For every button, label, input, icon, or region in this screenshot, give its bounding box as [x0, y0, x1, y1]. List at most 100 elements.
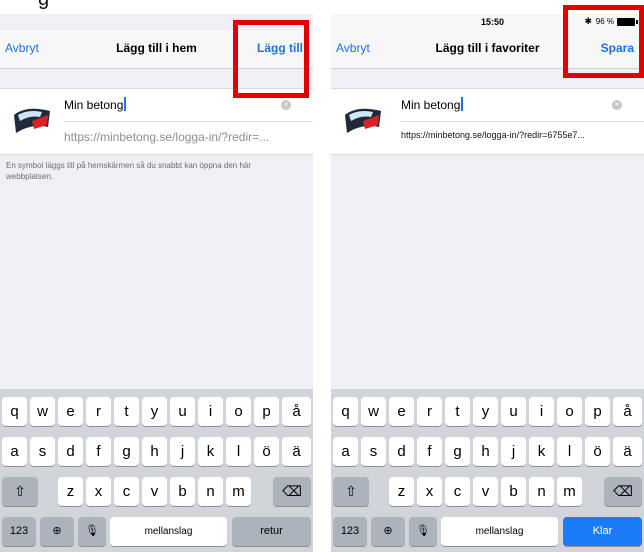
key[interactable]: z: [58, 477, 83, 506]
globe-icon[interactable]: ⊕: [40, 517, 74, 546]
keyboard-row-4: 123 ⊕ 🎙 mellanslag Klar: [331, 517, 644, 547]
key[interactable]: r: [86, 397, 111, 426]
title-input[interactable]: Min betong: [64, 97, 127, 112]
highlight-box: [233, 20, 309, 98]
key[interactable]: y: [473, 397, 498, 426]
key[interactable]: g: [114, 437, 139, 466]
status-time: 15:50: [481, 17, 505, 27]
site-logo: [345, 108, 381, 133]
key[interactable]: a: [2, 437, 27, 466]
key[interactable]: h: [473, 437, 498, 466]
space-key[interactable]: mellanslag: [110, 517, 227, 546]
numbers-key[interactable]: 123: [333, 517, 367, 546]
key[interactable]: k: [529, 437, 554, 466]
shift-icon[interactable]: ⇧: [2, 477, 38, 506]
keyboard: q w e r t y u i o p å a s d f g h j k l …: [331, 389, 644, 552]
hint-text: En symbol läggs till på hemskärmen så du…: [6, 161, 252, 181]
microphone-icon[interactable]: 🎙: [78, 517, 106, 546]
key[interactable]: ö: [585, 437, 610, 466]
microphone-icon[interactable]: 🎙: [409, 517, 437, 546]
key[interactable]: w: [30, 397, 55, 426]
key[interactable]: i: [529, 397, 554, 426]
key[interactable]: c: [445, 477, 470, 506]
return-key[interactable]: retur: [232, 517, 311, 546]
key[interactable]: w: [361, 397, 386, 426]
key[interactable]: t: [114, 397, 139, 426]
key[interactable]: å: [282, 397, 311, 426]
key[interactable]: e: [58, 397, 83, 426]
url-field: https://minbetong.se/logga-in/?redir=...: [64, 130, 270, 144]
top-caption: g: [0, 0, 320, 14]
key[interactable]: b: [501, 477, 526, 506]
key[interactable]: b: [170, 477, 195, 506]
clear-icon[interactable]: ×: [281, 100, 291, 110]
keyboard-row-1: q w e r t y u i o p å: [0, 397, 313, 427]
site-logo: [14, 108, 50, 133]
key[interactable]: q: [2, 397, 27, 426]
key[interactable]: v: [473, 477, 498, 506]
keyboard: q w e r t y u i o p å a s d f g h j k l …: [0, 389, 313, 552]
key[interactable]: s: [30, 437, 55, 466]
key[interactable]: d: [389, 437, 414, 466]
key[interactable]: a: [333, 437, 358, 466]
divider: [64, 121, 313, 122]
highlight-box: [563, 5, 644, 78]
key[interactable]: g: [445, 437, 470, 466]
key[interactable]: n: [529, 477, 554, 506]
add-to-favorites-screen: 15:50 ✱ 96 % Avbryt Lägg till i favorite…: [331, 14, 644, 552]
done-key[interactable]: Klar: [563, 517, 642, 546]
key[interactable]: v: [142, 477, 167, 506]
key[interactable]: l: [226, 437, 251, 466]
key[interactable]: j: [501, 437, 526, 466]
key[interactable]: t: [445, 397, 470, 426]
key[interactable]: k: [198, 437, 223, 466]
keyboard-row-2: a s d f g h j k l ö ä: [331, 437, 644, 467]
key[interactable]: f: [86, 437, 111, 466]
key[interactable]: i: [198, 397, 223, 426]
keyboard-row-2: a s d f g h j k l ö ä: [0, 437, 313, 467]
key[interactable]: r: [417, 397, 442, 426]
key[interactable]: å: [613, 397, 642, 426]
key[interactable]: l: [557, 437, 582, 466]
key[interactable]: m: [226, 477, 251, 506]
key[interactable]: q: [333, 397, 358, 426]
key[interactable]: d: [58, 437, 83, 466]
url-field: https://minbetong.se/logga-in/?redir=675…: [401, 130, 585, 140]
shift-icon[interactable]: ⇧: [333, 477, 369, 506]
title-input[interactable]: Min betong: [401, 97, 464, 112]
numbers-key[interactable]: 123: [2, 517, 36, 546]
key[interactable]: o: [557, 397, 582, 426]
key[interactable]: ö: [254, 437, 279, 466]
key[interactable]: ä: [613, 437, 642, 466]
key[interactable]: e: [389, 397, 414, 426]
key[interactable]: j: [170, 437, 195, 466]
globe-icon[interactable]: ⊕: [371, 517, 405, 546]
key[interactable]: h: [142, 437, 167, 466]
bookmark-card: Min betong × https://minbetong.se/logga-…: [0, 88, 313, 155]
key[interactable]: p: [585, 397, 610, 426]
key[interactable]: c: [114, 477, 139, 506]
key[interactable]: ä: [282, 437, 311, 466]
keyboard-row-3: ⇧ z x c v b n m ⌫: [331, 477, 644, 507]
key[interactable]: f: [417, 437, 442, 466]
space-key[interactable]: mellanslag: [441, 517, 558, 546]
key[interactable]: s: [361, 437, 386, 466]
key[interactable]: n: [198, 477, 223, 506]
key[interactable]: z: [389, 477, 414, 506]
key[interactable]: u: [501, 397, 526, 426]
key[interactable]: x: [417, 477, 442, 506]
clear-icon[interactable]: ×: [612, 100, 622, 110]
keyboard-row-1: q w e r t y u i o p å: [331, 397, 644, 427]
key[interactable]: p: [254, 397, 279, 426]
keyboard-row-4: 123 ⊕ 🎙 mellanslag retur: [0, 517, 313, 547]
bookmark-card: Min betong × https://minbetong.se/logga-…: [331, 88, 644, 155]
keyboard-row-3: ⇧ z x c v b n m ⌫: [0, 477, 313, 507]
backspace-icon[interactable]: ⌫: [604, 477, 642, 506]
divider: [401, 121, 644, 122]
backspace-icon[interactable]: ⌫: [273, 477, 311, 506]
key[interactable]: o: [226, 397, 251, 426]
key[interactable]: x: [86, 477, 111, 506]
key[interactable]: y: [142, 397, 167, 426]
key[interactable]: u: [170, 397, 195, 426]
key[interactable]: m: [557, 477, 582, 506]
